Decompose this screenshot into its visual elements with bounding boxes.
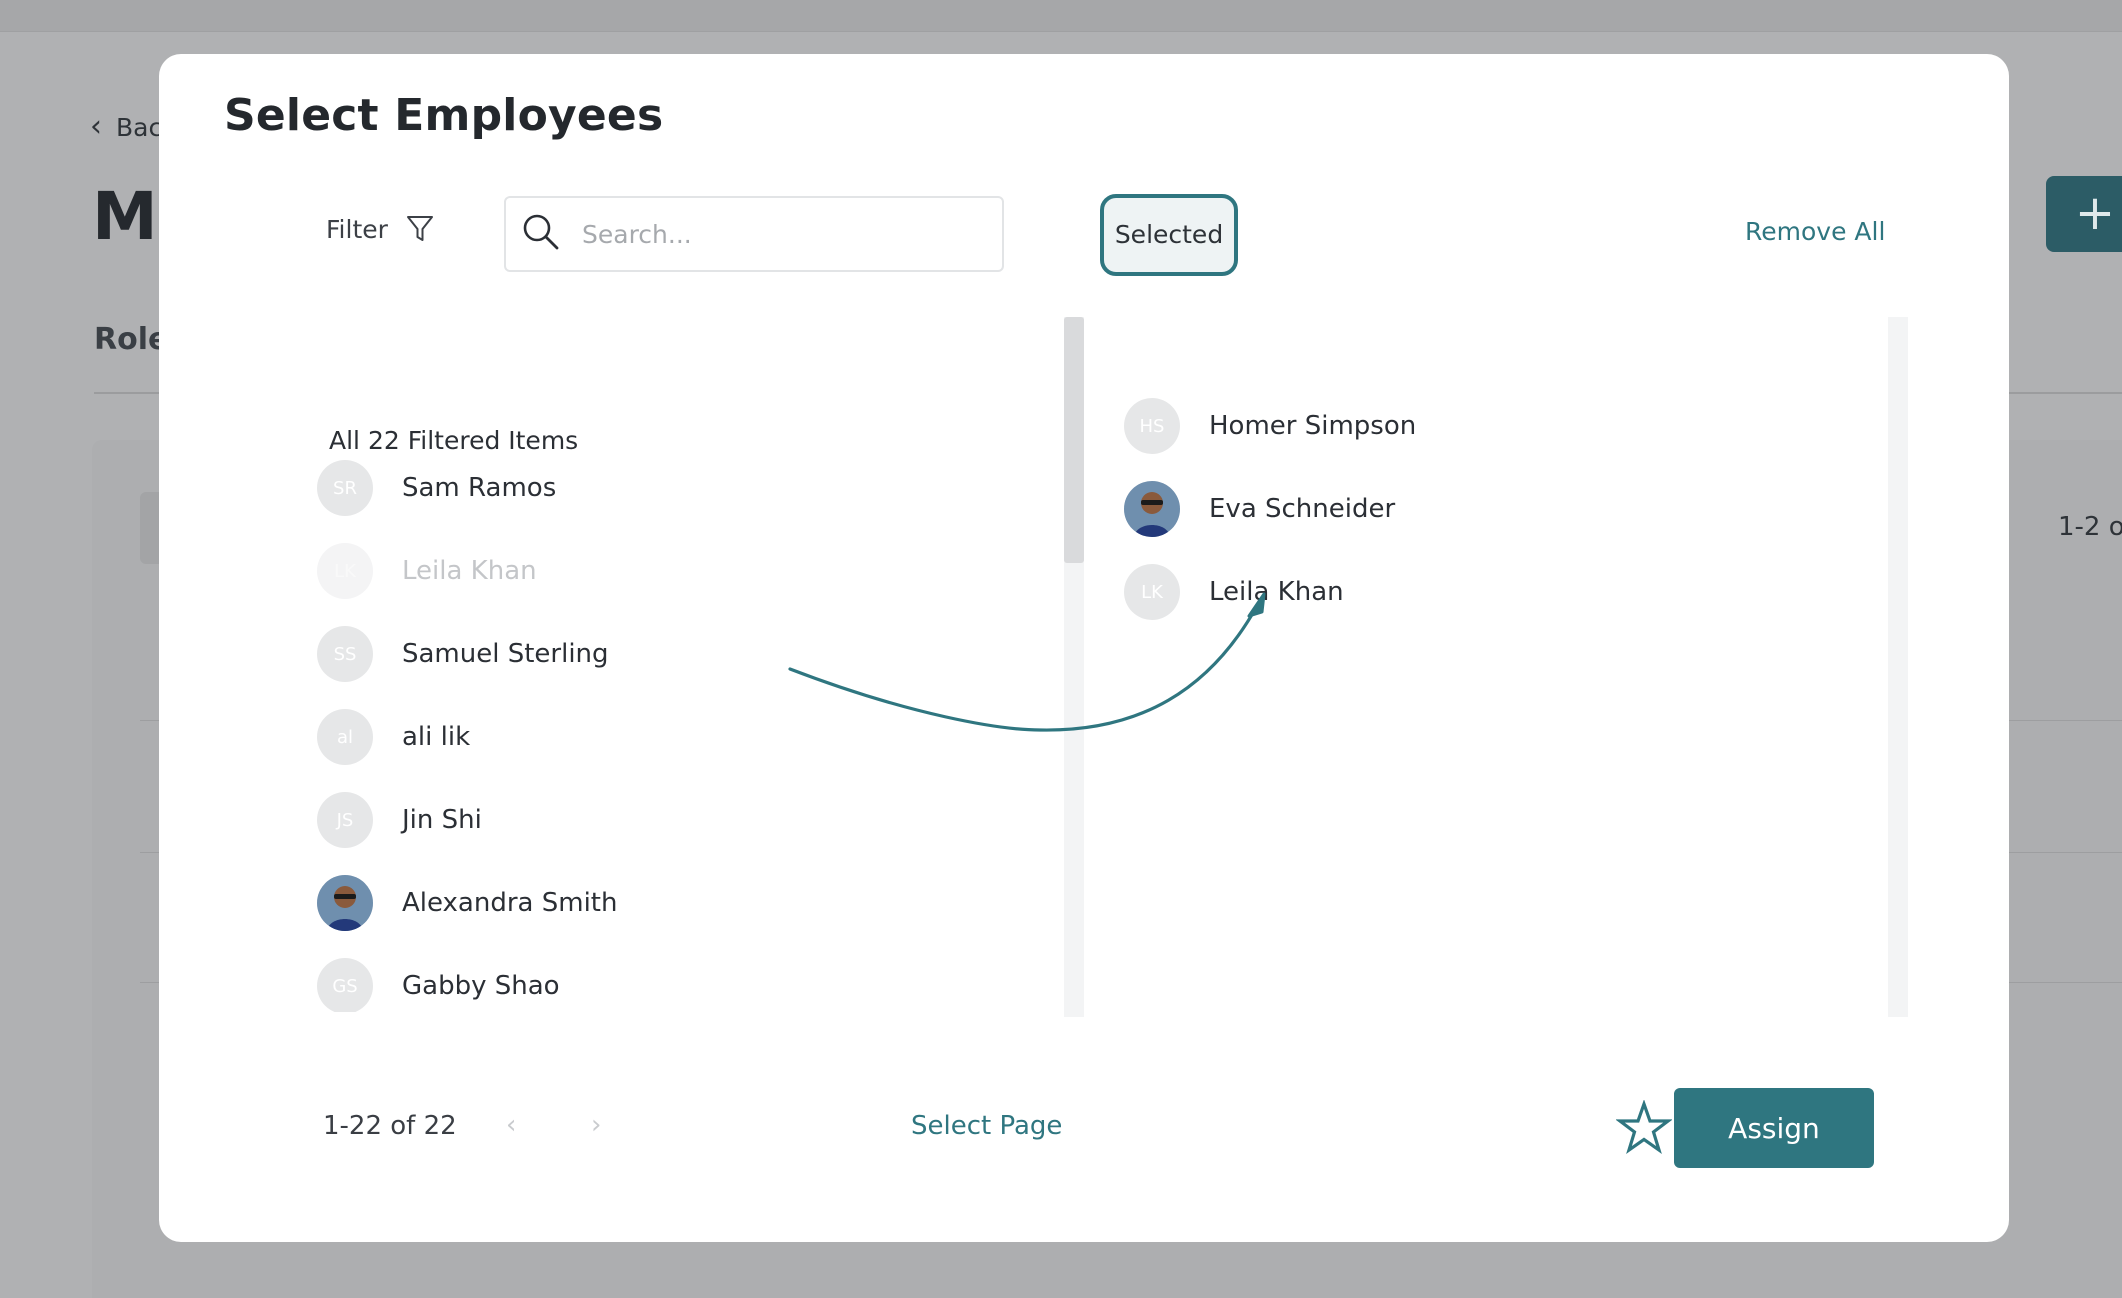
assign-button[interactable]: Assign xyxy=(1674,1088,1874,1168)
list-item[interactable]: JS Jin Shi xyxy=(317,792,482,848)
left-list-scrollbar[interactable] xyxy=(1064,317,1084,1017)
avatar xyxy=(1124,481,1180,537)
list-item[interactable]: SR Sam Ramos xyxy=(317,460,556,516)
modal-title: Select Employees xyxy=(224,90,664,141)
select-page-link[interactable]: Select Page xyxy=(911,1111,1062,1141)
employee-name: Sam Ramos xyxy=(402,473,557,503)
avatar-initials: SR xyxy=(333,477,357,499)
selected-tab[interactable]: Selected xyxy=(1100,194,1238,276)
search-icon xyxy=(522,213,560,255)
employee-name: Leila Khan xyxy=(1209,577,1344,607)
search-field[interactable] xyxy=(504,196,1004,272)
available-employees-list: All 22 Filtered Items SR Sam Ramos LK Leila… xyxy=(298,314,948,1012)
avatar: al xyxy=(317,709,373,765)
employee-name: Alexandra Smith xyxy=(402,888,618,918)
employee-name: Leila Khan xyxy=(402,556,537,586)
avatar: LK xyxy=(1124,564,1180,620)
chevron-left-icon: ‹ xyxy=(90,109,102,144)
employee-name: Samuel Sterling xyxy=(402,639,609,669)
list-item: LK Leila Khan xyxy=(317,543,537,599)
filter-label: Filter xyxy=(326,214,388,244)
avatar-initials: SS xyxy=(333,643,357,665)
avatar-initials: JS xyxy=(336,809,354,831)
employee-name: Jin Shi xyxy=(402,805,482,835)
list-item[interactable]: LK Leila Khan xyxy=(1124,564,1344,620)
chevron-right-icon: › xyxy=(591,1110,602,1140)
avatar: JS xyxy=(317,792,373,848)
search-input[interactable] xyxy=(582,219,962,249)
left-list-scrollbar-thumb[interactable] xyxy=(1064,317,1084,563)
avatar: HS xyxy=(1124,398,1180,454)
filter-button[interactable]: Filter xyxy=(326,214,434,244)
avatar-initials: HS xyxy=(1139,415,1165,437)
avatar xyxy=(317,875,373,931)
employee-name: Eva Schneider xyxy=(1209,494,1396,524)
list-item[interactable]: Eva Schneider xyxy=(1124,481,1395,537)
avatar-initials: al xyxy=(336,726,354,748)
background-section-label: Role xyxy=(94,322,169,357)
pagination-prev-button[interactable]: ‹ xyxy=(506,1110,516,1140)
plus-icon: + xyxy=(2074,185,2116,241)
avatar: SR xyxy=(317,460,373,516)
filter-icon xyxy=(406,214,434,244)
pagination-text: 1-22 of 22 xyxy=(323,1111,457,1141)
background-top-bar xyxy=(0,0,2122,32)
select-all-filtered-items[interactable]: All 22 Filtered Items xyxy=(329,426,578,455)
list-item[interactable]: HS Homer Simpson xyxy=(1124,398,1416,454)
avatar: SS xyxy=(317,626,373,682)
selected-employees-list: HS Homer Simpson Eva Schneider LK Leila Khan xyxy=(1124,314,1864,1012)
right-list-scrollbar[interactable] xyxy=(1888,317,1908,1017)
avatar: LK xyxy=(317,543,373,599)
list-item[interactable]: SS Samuel Sterling xyxy=(317,626,609,682)
avatar-initials: LK xyxy=(1141,581,1163,603)
list-item[interactable]: al ali lik xyxy=(317,709,470,765)
background-back-label: Bac xyxy=(116,112,163,142)
chevron-left-icon: ‹ xyxy=(506,1110,517,1140)
employee-name: ali lik xyxy=(402,722,471,752)
employee-name: Gabby Shao xyxy=(402,971,560,1001)
pagination-next-button[interactable]: › xyxy=(591,1110,601,1140)
star-icon xyxy=(1615,1099,1673,1160)
avatar-initials: GS xyxy=(332,975,358,997)
list-item[interactable]: GS Gabby Shao xyxy=(317,958,560,1012)
avatar-initials: LK xyxy=(334,560,356,582)
background-back-link: ‹ Bac xyxy=(90,112,162,142)
background-count-text: 1-2 of xyxy=(2058,512,2122,542)
background-add-button: + xyxy=(2046,176,2122,252)
avatar: GS xyxy=(317,958,373,1012)
remove-all-link[interactable]: Remove All xyxy=(1745,217,1885,246)
employee-name: Homer Simpson xyxy=(1209,411,1417,441)
list-item[interactable]: Alexandra Smith xyxy=(317,875,617,931)
select-employees-modal: Select Employees Filter Selected Remove … xyxy=(159,54,2009,1242)
